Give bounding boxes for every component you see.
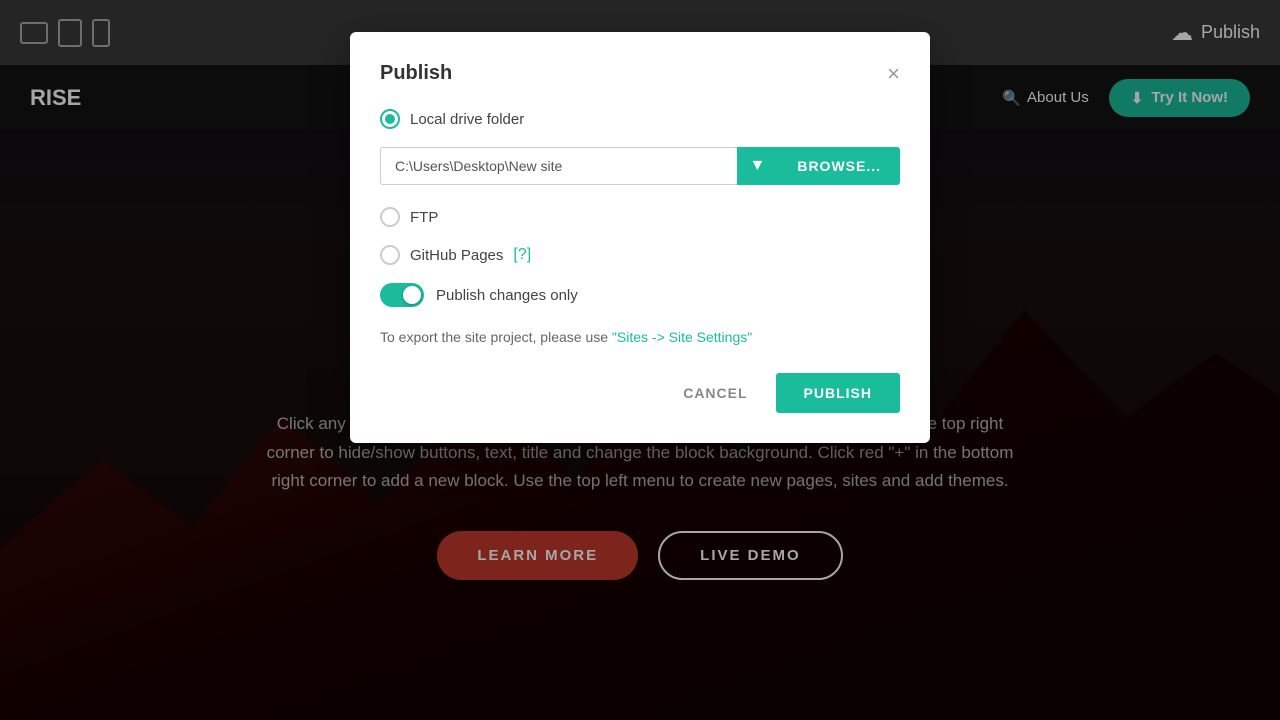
local-drive-radio[interactable]	[380, 109, 400, 129]
publish-changes-toggle[interactable]	[380, 283, 424, 307]
browse-button[interactable]: BROWSE...	[778, 147, 900, 185]
ftp-radio[interactable]	[380, 207, 400, 227]
github-help-link[interactable]: [?]	[513, 246, 531, 264]
github-label: GitHub Pages	[410, 247, 503, 264]
local-drive-option[interactable]: Local drive folder	[380, 109, 900, 129]
ftp-option[interactable]: FTP	[380, 207, 900, 227]
toggle-label: Publish changes only	[436, 287, 578, 304]
path-input[interactable]	[380, 147, 737, 185]
modal-overlay: Publish × Local drive folder ▼ BROWSE...…	[0, 0, 1280, 720]
site-settings-link[interactable]: "Sites -> Site Settings"	[612, 329, 752, 345]
modal-actions: CANCEL PUBLISH	[380, 373, 900, 413]
modal-title: Publish	[380, 62, 452, 85]
path-dropdown-button[interactable]: ▼	[737, 147, 778, 185]
publish-modal: Publish × Local drive folder ▼ BROWSE...…	[350, 32, 930, 443]
modal-header: Publish ×	[380, 62, 900, 85]
local-drive-label: Local drive folder	[410, 111, 524, 128]
github-radio[interactable]	[380, 245, 400, 265]
export-text: To export the site project, please use "…	[380, 329, 900, 345]
modal-close-button[interactable]: ×	[887, 63, 900, 85]
cancel-button[interactable]: CANCEL	[667, 373, 763, 413]
ftp-label: FTP	[410, 209, 438, 226]
toggle-row: Publish changes only	[380, 283, 900, 307]
publish-action-button[interactable]: PUBLISH	[776, 373, 900, 413]
path-row: ▼ BROWSE...	[380, 147, 900, 185]
github-option[interactable]: GitHub Pages [?]	[380, 245, 900, 265]
